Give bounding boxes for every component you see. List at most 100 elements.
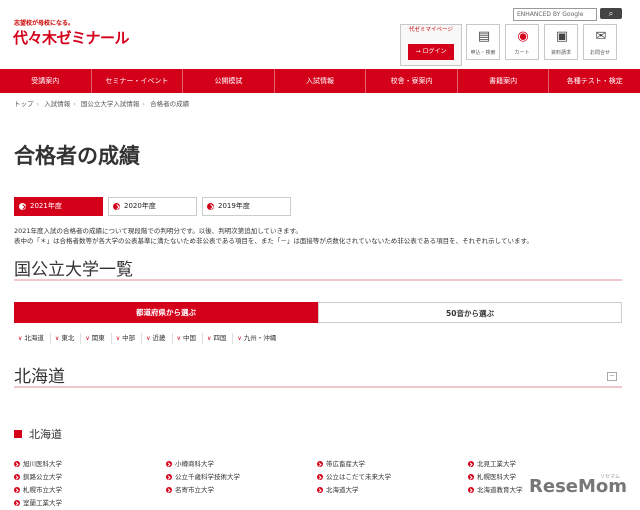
region-link-kanto[interactable]: ∨ 関東 <box>81 333 112 344</box>
region-link-shikoku[interactable]: ∨ 四国 <box>203 333 234 344</box>
nav-item-exam-info[interactable]: 入試情報 <box>275 69 367 93</box>
chevron-right-icon <box>468 474 474 480</box>
login-button[interactable]: → ログイン <box>408 44 454 60</box>
university-link[interactable]: 公立千歳科学技術大学 <box>166 472 240 482</box>
region-link-chubu[interactable]: ∨ 中部 <box>112 333 143 344</box>
chevron-right-icon <box>166 487 172 493</box>
breadcrumb: トップ › 入試情報 › 国公立大学入試情報 › 合格者の成績 <box>14 100 190 108</box>
chevron-right-icon <box>317 487 323 493</box>
main-nav: 受講案内 セミナー・イベント 公開模試 入試情報 校舎・寮案内 書籍案内 各種テ… <box>0 69 640 93</box>
university-link[interactable]: 室蘭工業大学 <box>14 498 62 508</box>
square-bullet-icon <box>14 430 22 438</box>
tab-2019[interactable]: 2019年度 <box>202 197 291 216</box>
chevron-right-icon <box>19 203 26 210</box>
util-label: カート <box>514 50 530 56</box>
brochure-icon: ▣ <box>555 29 569 44</box>
chevron-right-icon <box>207 203 214 210</box>
util-label: お問合せ <box>589 50 610 56</box>
region-link-chugoku[interactable]: ∨ 中国 <box>173 333 203 344</box>
divider <box>14 279 622 281</box>
mail-icon: ✉ <box>595 29 607 44</box>
nav-item-campus[interactable]: 校舎・寮案内 <box>366 69 458 93</box>
breadcrumb-current: 合格者の成績 <box>150 100 190 108</box>
cart-icon: ◉ <box>517 29 529 44</box>
nav-item-books[interactable]: 書籍案内 <box>458 69 550 93</box>
nav-item-mock-exam[interactable]: 公開模試 <box>183 69 275 93</box>
chevron-down-icon: ∨ <box>206 335 212 342</box>
util-label: 申込・検索 <box>470 50 496 56</box>
tab-by-kana[interactable]: 50音から選ぶ <box>318 302 622 323</box>
university-link[interactable]: 北海道大学 <box>317 485 359 495</box>
tab-2021[interactable]: 2021年度 <box>14 197 103 216</box>
login-icon: → <box>415 48 421 55</box>
university-link[interactable]: 旭川医科大学 <box>14 459 62 469</box>
watermark-sub: リセマム <box>600 474 621 480</box>
chevron-down-icon: ∨ <box>85 335 90 342</box>
breadcrumb-link[interactable]: 入試情報 <box>44 100 70 108</box>
form-icon: ▤ <box>477 29 491 44</box>
tagline: 志望校が母校になる。 <box>14 20 75 27</box>
magnifier-icon: ⌕ <box>608 9 614 18</box>
collapse-button[interactable]: － <box>607 372 617 381</box>
university-link[interactable]: 北見工業大学 <box>468 459 516 469</box>
university-link[interactable]: 釧路公立大学 <box>14 472 62 482</box>
chevron-down-icon: ∨ <box>146 335 151 342</box>
chevron-right-icon <box>14 500 20 506</box>
university-link[interactable]: 札幌市立大学 <box>14 485 62 495</box>
region-link-kyushu[interactable]: ∨ 九州・沖縄 <box>233 333 282 344</box>
nav-item-seminar[interactable]: セミナー・イベント <box>92 69 184 93</box>
apply-search-button[interactable]: ▤ 申込・検索 <box>466 24 500 60</box>
region-link-tohoku[interactable]: ∨ 東北 <box>51 333 82 344</box>
cart-button[interactable]: ◉ カート <box>505 24 539 60</box>
tab-label: 2020年度 <box>124 202 156 210</box>
area-heading: 北海道 <box>14 367 65 387</box>
chevron-down-icon: ∨ <box>115 335 121 342</box>
tab-label: 2019年度 <box>218 202 250 210</box>
util-label: 資料請求 <box>550 50 571 56</box>
university-link[interactable]: 公立はこだて未来大学 <box>317 472 391 482</box>
chevron-right-icon <box>14 487 20 493</box>
page-title: 合格者の成績 <box>14 144 140 168</box>
site-logo[interactable]: 代々木ゼミナール <box>13 27 130 48</box>
note-line: 2021年度入試の合格者の成績について現段階での判明分です。以後、判明次第追加し… <box>14 227 302 235</box>
notes: 2021年度入試の合格者の成績について現段階での判明分です。以後、判明次第追加し… <box>14 226 626 246</box>
mypage-title: 代ゼミマイページ <box>409 27 453 33</box>
note-line: 表中の「＊」は合格者数等が各大学の公表基準に満たないため非公表である項目を、また… <box>14 237 533 245</box>
tab-label: 2021年度 <box>30 202 62 210</box>
nav-item-tests[interactable]: 各種テスト・検定 <box>549 69 640 93</box>
tab-by-prefecture[interactable]: 都道府県から選ぶ <box>14 302 318 323</box>
search-button[interactable]: ⌕ <box>600 8 622 19</box>
chevron-right-icon <box>468 461 474 467</box>
breadcrumb-link[interactable]: 国公立大学入試情報 <box>81 100 140 108</box>
chevron-right-icon <box>14 461 20 467</box>
chevron-down-icon: ∨ <box>176 335 181 342</box>
university-link[interactable]: 帯広畜産大学 <box>317 459 365 469</box>
chevron-right-icon <box>14 474 20 480</box>
login-label: ログイン <box>422 48 447 55</box>
mypage-panel: 代ゼミマイページ → ログイン <box>400 24 462 66</box>
university-link[interactable]: 小樽商科大学 <box>166 459 214 469</box>
chevron-right-icon <box>317 474 323 480</box>
divider <box>14 386 622 388</box>
chevron-right-icon <box>166 461 172 467</box>
university-link[interactable]: 名寄市立大学 <box>166 485 214 495</box>
chevron-right-icon <box>317 461 323 467</box>
breadcrumb-link[interactable]: トップ <box>14 100 34 108</box>
site-header: 志望校が母校になる。 代々木ゼミナール ENHANCED BY Google ⌕… <box>0 0 640 68</box>
nav-item-courses[interactable]: 受講案内 <box>0 69 92 93</box>
region-link-kinki[interactable]: ∨ 近畿 <box>142 333 173 344</box>
chevron-right-icon <box>468 487 474 493</box>
chevron-right-icon <box>166 474 172 480</box>
region-links: ∨ 北海道 ∨ 東北 ∨ 関東 ∨ 中部 ∨ 近畿 ∨ 中国 ∨ 四国 ∨ 九州・沖縄 <box>14 333 282 344</box>
tab-2020[interactable]: 2020年度 <box>108 197 197 216</box>
contact-button[interactable]: ✉ お問合せ <box>583 24 617 60</box>
chevron-down-icon: ∨ <box>54 335 60 342</box>
chevron-down-icon: ∨ <box>237 335 242 342</box>
brochure-button[interactable]: ▣ 資料請求 <box>544 24 578 60</box>
university-link[interactable]: 札幌医科大学 <box>468 472 516 482</box>
university-link[interactable]: 北海道教育大学 <box>468 485 523 495</box>
region-link-hokkaido[interactable]: ∨ 北海道 <box>14 333 51 344</box>
chevron-right-icon <box>113 203 120 210</box>
prefecture-heading: 北海道 <box>14 426 62 442</box>
search-input[interactable]: ENHANCED BY Google <box>513 8 597 21</box>
